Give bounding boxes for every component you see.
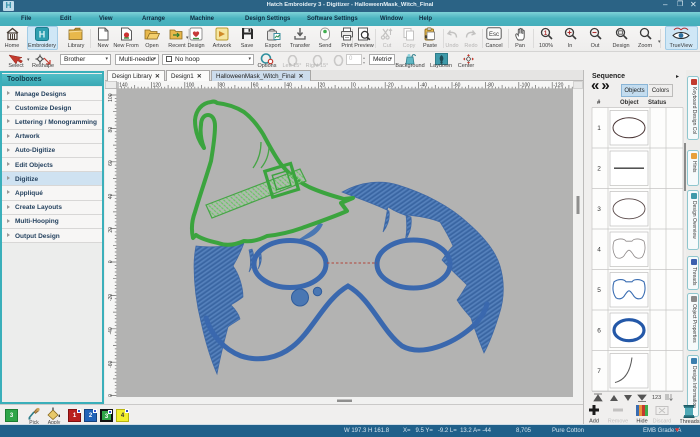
svg-text:120: 120 <box>153 83 162 89</box>
svg-text:100: 100 <box>108 93 114 102</box>
svg-text:-120: -120 <box>553 83 563 89</box>
svg-text:60: 60 <box>253 83 259 89</box>
svg-text:2: 2 <box>597 166 601 173</box>
svg-text:-60: -60 <box>453 83 460 89</box>
svg-text:7: 7 <box>597 368 601 375</box>
svg-text:3: 3 <box>597 206 601 213</box>
svg-text:-40: -40 <box>420 83 427 89</box>
svg-text:100: 100 <box>186 83 195 89</box>
svg-text:-60: -60 <box>108 360 114 367</box>
svg-text:4: 4 <box>597 246 601 253</box>
svg-text:80: 80 <box>108 127 114 133</box>
svg-text:140: 140 <box>119 83 128 89</box>
svg-text:123: 123 <box>652 395 661 401</box>
svg-text:-40: -40 <box>108 327 114 334</box>
svg-text:6: 6 <box>597 327 601 334</box>
svg-text:1: 1 <box>597 125 601 132</box>
svg-text:80: 80 <box>219 83 225 89</box>
svg-text:40: 40 <box>108 193 114 199</box>
svg-text:20: 20 <box>320 83 326 89</box>
svg-text:H: H <box>39 30 46 40</box>
svg-text:40: 40 <box>286 83 292 89</box>
svg-text:Esc: Esc <box>489 32 499 38</box>
svg-text:0: 0 <box>108 260 114 263</box>
svg-text:-20: -20 <box>386 83 393 89</box>
svg-text:-80: -80 <box>487 83 494 89</box>
svg-text:0: 0 <box>353 83 356 89</box>
svg-text:60: 60 <box>108 160 114 166</box>
svg-text:-100: -100 <box>520 83 530 89</box>
svg-text:20: 20 <box>108 227 114 233</box>
svg-text:5: 5 <box>597 287 601 294</box>
svg-text:-20: -20 <box>108 294 114 301</box>
